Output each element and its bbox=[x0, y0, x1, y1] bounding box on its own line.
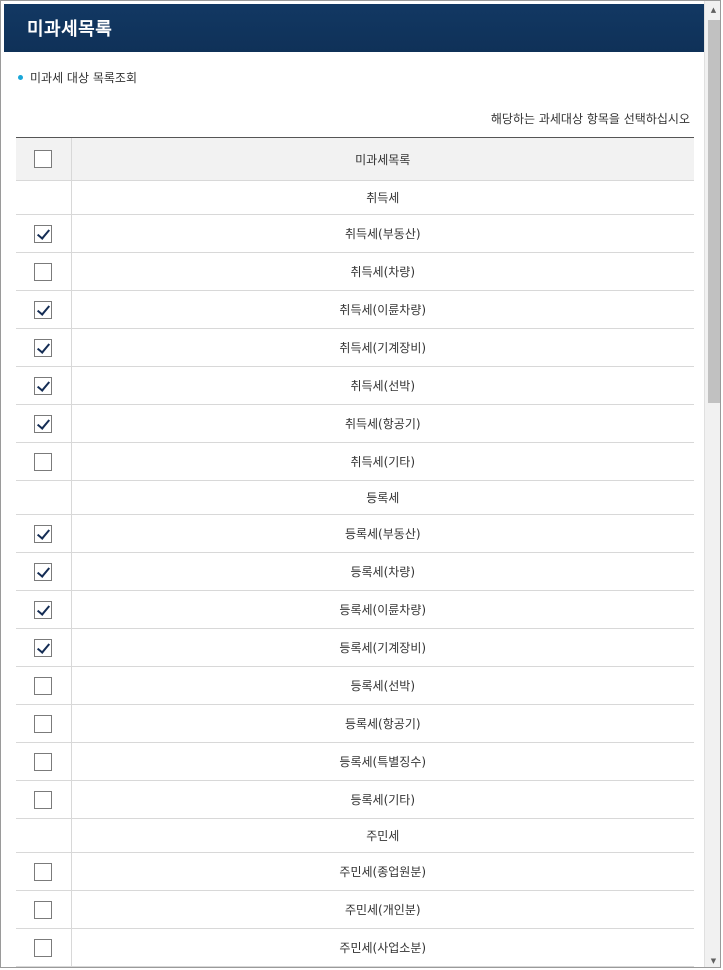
table-row: 등록세(부동산) bbox=[16, 514, 694, 553]
scroll-up-arrow-icon[interactable]: ▲ bbox=[705, 1, 720, 18]
checkbox-cell bbox=[16, 404, 72, 443]
table-row: 주민세(종업원분) bbox=[16, 852, 694, 891]
item-label: 취득세(항공기) bbox=[71, 404, 694, 443]
checkbox-cell bbox=[16, 704, 72, 743]
checkbox-cell bbox=[16, 214, 72, 253]
table-header-row: 미과세목록 bbox=[16, 138, 694, 181]
column-header-tax-list: 미과세목록 bbox=[71, 138, 694, 181]
table-row: 취득세(기계장비) bbox=[16, 328, 694, 367]
item-label: 취득세(기계장비) bbox=[71, 328, 694, 367]
group-label: 주민세 bbox=[71, 818, 694, 853]
checkbox-cell bbox=[16, 590, 72, 629]
checkbox-cell bbox=[16, 742, 72, 781]
table-row: 등록세(기타) bbox=[16, 780, 694, 819]
checkbox-cell bbox=[16, 328, 72, 367]
item-label: 등록세(선박) bbox=[71, 666, 694, 705]
row-checkbox[interactable] bbox=[34, 862, 53, 881]
section-subtitle: 미과세 대상 목록조회 bbox=[18, 69, 137, 86]
item-label: 취득세(이륜차량) bbox=[71, 290, 694, 329]
row-checkbox[interactable] bbox=[34, 900, 53, 919]
table-row: 취득세(차량) bbox=[16, 252, 694, 291]
item-label: 등록세(부동산) bbox=[71, 514, 694, 553]
table-row: 취득세(선박) bbox=[16, 366, 694, 405]
checkbox-cell bbox=[16, 480, 72, 515]
checkbox-cell bbox=[16, 366, 72, 405]
checkbox-cell bbox=[16, 290, 72, 329]
tax-list-table: 미과세목록 취득세 취득세(부동산) 취득세(차량) 취득세(이륜차량) 취득세(기계장… bbox=[16, 137, 694, 967]
row-checkbox[interactable] bbox=[34, 414, 53, 433]
scrollbar-thumb[interactable] bbox=[708, 20, 720, 403]
table-row: 취득세(부동산) bbox=[16, 214, 694, 253]
group-label: 취득세 bbox=[71, 180, 694, 215]
checkbox-cell bbox=[16, 552, 72, 591]
checkbox-cell bbox=[16, 252, 72, 291]
table-body: 취득세 취득세(부동산) 취득세(차량) 취득세(이륜차량) 취득세(기계장비) 취득세(… bbox=[16, 180, 694, 967]
row-checkbox[interactable] bbox=[34, 790, 53, 809]
row-checkbox[interactable] bbox=[34, 676, 53, 695]
row-checkbox[interactable] bbox=[34, 224, 53, 243]
item-label: 등록세(기타) bbox=[71, 780, 694, 819]
group-row: 주민세 bbox=[16, 818, 694, 853]
row-checkbox[interactable] bbox=[34, 452, 53, 471]
item-label: 취득세(차량) bbox=[71, 252, 694, 291]
item-label: 주민세(개인분) bbox=[71, 890, 694, 929]
item-label: 등록세(기계장비) bbox=[71, 628, 694, 667]
item-label: 등록세(항공기) bbox=[71, 704, 694, 743]
table-row: 등록세(선박) bbox=[16, 666, 694, 705]
item-label: 취득세(기타) bbox=[71, 442, 694, 481]
group-label: 등록세 bbox=[71, 480, 694, 515]
window-title: 미과세목록 bbox=[4, 4, 704, 52]
checkbox-cell bbox=[16, 852, 72, 891]
select-all-checkbox[interactable] bbox=[34, 150, 53, 168]
table-row: 주민세(사업소분) bbox=[16, 928, 694, 967]
item-label: 주민세(사업소분) bbox=[71, 928, 694, 967]
item-label: 주민세(종업원분) bbox=[71, 852, 694, 891]
group-row: 등록세 bbox=[16, 480, 694, 515]
checkbox-cell bbox=[16, 818, 72, 853]
item-label: 등록세(특별징수) bbox=[71, 742, 694, 781]
table-row: 취득세(기타) bbox=[16, 442, 694, 481]
row-checkbox[interactable] bbox=[34, 300, 53, 319]
row-checkbox[interactable] bbox=[34, 376, 53, 395]
vertical-scrollbar[interactable]: ▲ ▼ bbox=[704, 1, 720, 967]
row-checkbox[interactable] bbox=[34, 338, 53, 357]
table-row: 취득세(이륜차량) bbox=[16, 290, 694, 329]
table-row: 취득세(항공기) bbox=[16, 404, 694, 443]
item-label: 등록세(차량) bbox=[71, 552, 694, 591]
checkbox-cell bbox=[16, 442, 72, 481]
instruction-text: 해당하는 과세대상 항목을 선택하십시오 bbox=[490, 112, 690, 126]
row-checkbox[interactable] bbox=[34, 262, 53, 281]
table-row: 주민세(개인분) bbox=[16, 890, 694, 929]
table-row: 등록세(차량) bbox=[16, 552, 694, 591]
item-label: 등록세(이륜차량) bbox=[71, 590, 694, 629]
checkbox-cell bbox=[16, 666, 72, 705]
section-subtitle-text: 미과세 대상 목록조회 bbox=[30, 71, 137, 85]
table-row: 등록세(이륜차량) bbox=[16, 590, 694, 629]
select-all-cell bbox=[16, 138, 72, 181]
table-row: 등록세(특별징수) bbox=[16, 742, 694, 781]
checkbox-cell bbox=[16, 780, 72, 819]
item-label: 취득세(선박) bbox=[71, 366, 694, 405]
checkbox-cell bbox=[16, 890, 72, 929]
popup-window: 미과세목록 미과세 대상 목록조회 해당하는 과세대상 항목을 선택하십시오 미… bbox=[0, 0, 721, 968]
row-checkbox[interactable] bbox=[34, 638, 53, 657]
row-checkbox[interactable] bbox=[34, 714, 53, 733]
table-row: 등록세(항공기) bbox=[16, 704, 694, 743]
checkbox-cell bbox=[16, 628, 72, 667]
row-checkbox[interactable] bbox=[34, 938, 53, 957]
group-row: 취득세 bbox=[16, 180, 694, 215]
checkbox-cell bbox=[16, 928, 72, 967]
table-row: 등록세(기계장비) bbox=[16, 628, 694, 667]
checkbox-cell bbox=[16, 514, 72, 553]
item-label: 취득세(부동산) bbox=[71, 214, 694, 253]
row-checkbox[interactable] bbox=[34, 752, 53, 771]
bullet-icon bbox=[18, 75, 23, 80]
row-checkbox[interactable] bbox=[34, 562, 53, 581]
scroll-down-arrow-icon[interactable]: ▼ bbox=[705, 952, 720, 967]
row-checkbox[interactable] bbox=[34, 600, 53, 619]
row-checkbox[interactable] bbox=[34, 524, 53, 543]
checkbox-cell bbox=[16, 180, 72, 215]
